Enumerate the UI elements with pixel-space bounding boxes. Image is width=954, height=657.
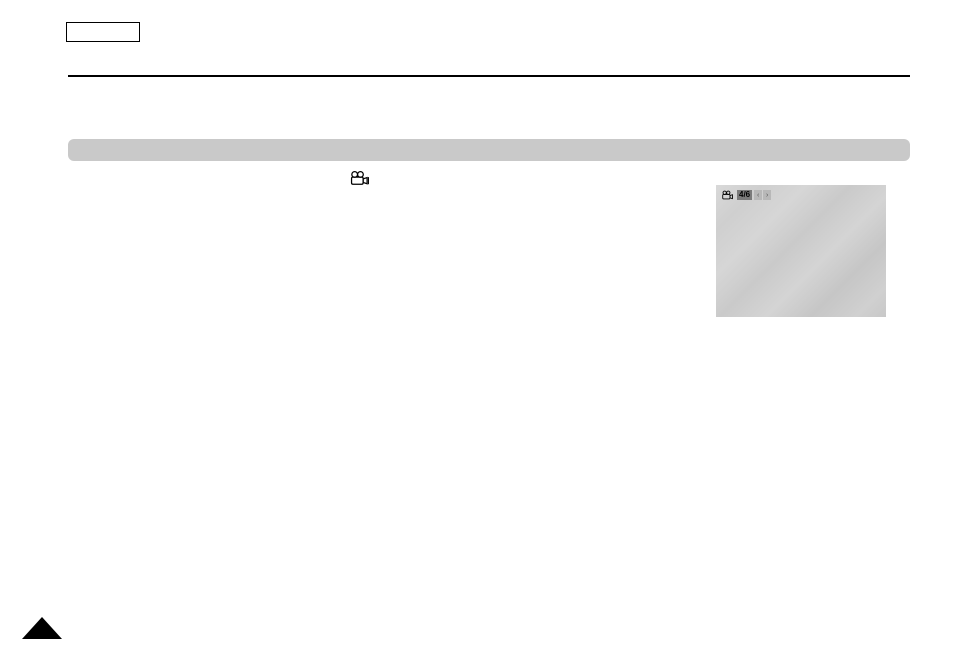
camcorder-icon [349,170,371,186]
camcorder-mini-icon [721,190,735,200]
lcd-screen-preview: 4/6 ‹ › [716,185,886,317]
status-strip: 4/6 ‹ › [721,190,771,200]
clip-counter: 4/6 [737,190,752,200]
page-turn-triangle-icon [22,617,62,639]
nav-arrows: ‹ › [754,190,771,200]
horizontal-divider [68,75,910,77]
section-heading-bar [68,139,910,161]
nav-prev[interactable]: ‹ [754,190,762,200]
page-label-box [66,22,140,42]
nav-next[interactable]: › [763,190,771,200]
